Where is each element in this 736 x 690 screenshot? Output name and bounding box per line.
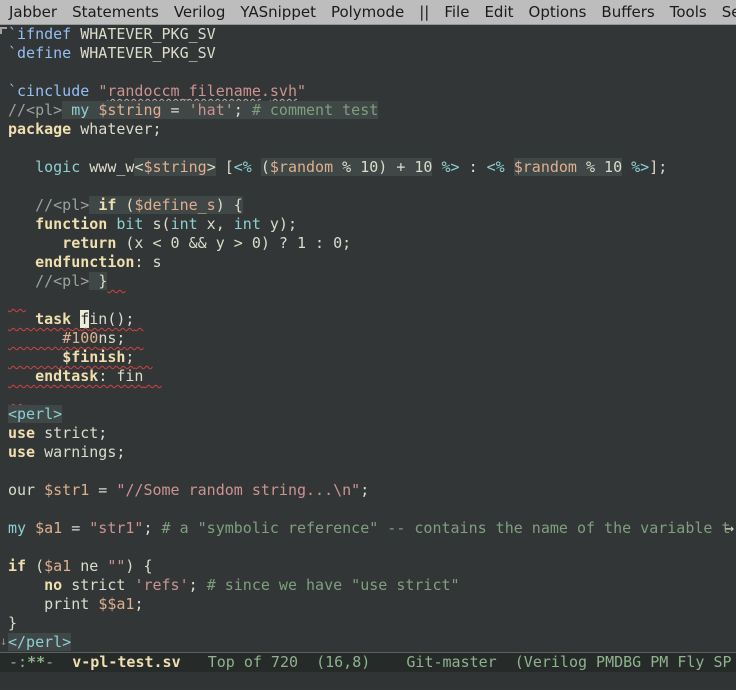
menu-item-[interactable]: ||	[419, 3, 429, 21]
modeline-text: **	[27, 653, 45, 671]
code-line[interactable]: logic www_w<$string> [<% ($random % 10) …	[8, 158, 736, 177]
code-line[interactable]	[8, 177, 736, 196]
code-line[interactable]	[8, 139, 736, 158]
code-line[interactable]	[8, 291, 736, 310]
echo-area: (verilog-mode) type:host span:348-411 cl…	[0, 672, 736, 689]
code-line[interactable]: #100ns;	[8, 329, 736, 348]
modeline-buffer-name: v-pl-test.sv	[72, 653, 180, 671]
code-line[interactable]: task fin();	[8, 310, 736, 329]
menu-item-file[interactable]: File	[444, 3, 469, 21]
code-line[interactable]: //<pl> }	[8, 272, 736, 291]
menu-bar: Jabber Statements Verilog YASnippet Polymode…	[0, 0, 736, 25]
menu-item-search[interactable]: Search	[722, 3, 736, 21]
code-line[interactable]	[8, 386, 736, 405]
code-line[interactable]: endtask: fin	[8, 367, 736, 386]
code-line[interactable]: function bit s(int x, int y);	[8, 215, 736, 234]
editor-window[interactable]: ↓ `ifndef WHATEVER_PKG_SV`define WHATEVE…	[0, 25, 736, 652]
code-line[interactable]: //<pl> my $string = 'hat'; # comment tes…	[8, 101, 736, 120]
code-line[interactable]: our $str1 = "//Some random string...\n";	[8, 481, 736, 500]
mode-line[interactable]: -:**- v-pl-test.sv Top of 720 (16,8) Git…	[0, 652, 736, 672]
code-line[interactable]: no strict 'refs'; # since we have "use s…	[8, 576, 736, 595]
scroll-down-arrow-icon: ↓	[0, 635, 7, 647]
buffer-top-corner-icon	[0, 27, 7, 34]
menu-item-yasnippet[interactable]: YASnippet	[240, 3, 316, 21]
truncation-arrow-icon: →	[725, 519, 734, 538]
code-line[interactable]: my $a1 = "str1"; # a "symbolic reference…	[8, 519, 736, 538]
code-line[interactable]: </perl>	[8, 633, 736, 652]
echo-text: (verilog-mode) type:host span:348-411 cl…	[19, 688, 534, 689]
code-line[interactable]	[8, 538, 736, 557]
menu-item-options[interactable]: Options	[529, 3, 587, 21]
menu-item-polymode[interactable]: Polymode	[331, 3, 404, 21]
modeline-text: Top of 720 (16,8) Git-master (Verilog PM…	[181, 653, 732, 671]
menu-item-jabber[interactable]: Jabber	[9, 3, 57, 21]
menu-item-buffers[interactable]: Buffers	[601, 3, 654, 21]
code-line[interactable]: use strict;	[8, 424, 736, 443]
code-line[interactable]: `define WHATEVER_PKG_SV	[8, 44, 736, 63]
modeline-text: -	[45, 653, 72, 671]
code-line[interactable]: //<pl> if ($define_s) {	[8, 196, 736, 215]
modeline-text: -:	[0, 653, 27, 671]
code-line[interactable]: if ($a1 ne "") {	[8, 557, 736, 576]
code-line[interactable]	[8, 500, 736, 519]
code-line[interactable]: endfunction: s	[8, 253, 736, 272]
code-line[interactable]: package whatever;	[8, 120, 736, 139]
code-line[interactable]: print $$a1;	[8, 595, 736, 614]
code-line[interactable]	[8, 462, 736, 481]
code-line[interactable]: $finish;	[8, 348, 736, 367]
menu-item-tools[interactable]: Tools	[670, 3, 707, 21]
code-line[interactable]: use warnings;	[8, 443, 736, 462]
code-line[interactable]: return (x < 0 && y > 0) ? 1 : 0;	[8, 234, 736, 253]
menu-item-statements[interactable]: Statements	[72, 3, 159, 21]
code-area[interactable]: `ifndef WHATEVER_PKG_SV`define WHATEVER_…	[8, 25, 736, 652]
code-line[interactable]: <perl>	[8, 405, 736, 424]
menu-item-verilog[interactable]: Verilog	[174, 3, 226, 21]
code-line[interactable]: `ifndef WHATEVER_PKG_SV	[8, 25, 736, 44]
code-line[interactable]: }	[8, 614, 736, 633]
code-line[interactable]: `cinclude "randoccm_filename.svh"	[8, 82, 736, 101]
menu-item-edit[interactable]: Edit	[484, 3, 513, 21]
code-line[interactable]	[8, 63, 736, 82]
